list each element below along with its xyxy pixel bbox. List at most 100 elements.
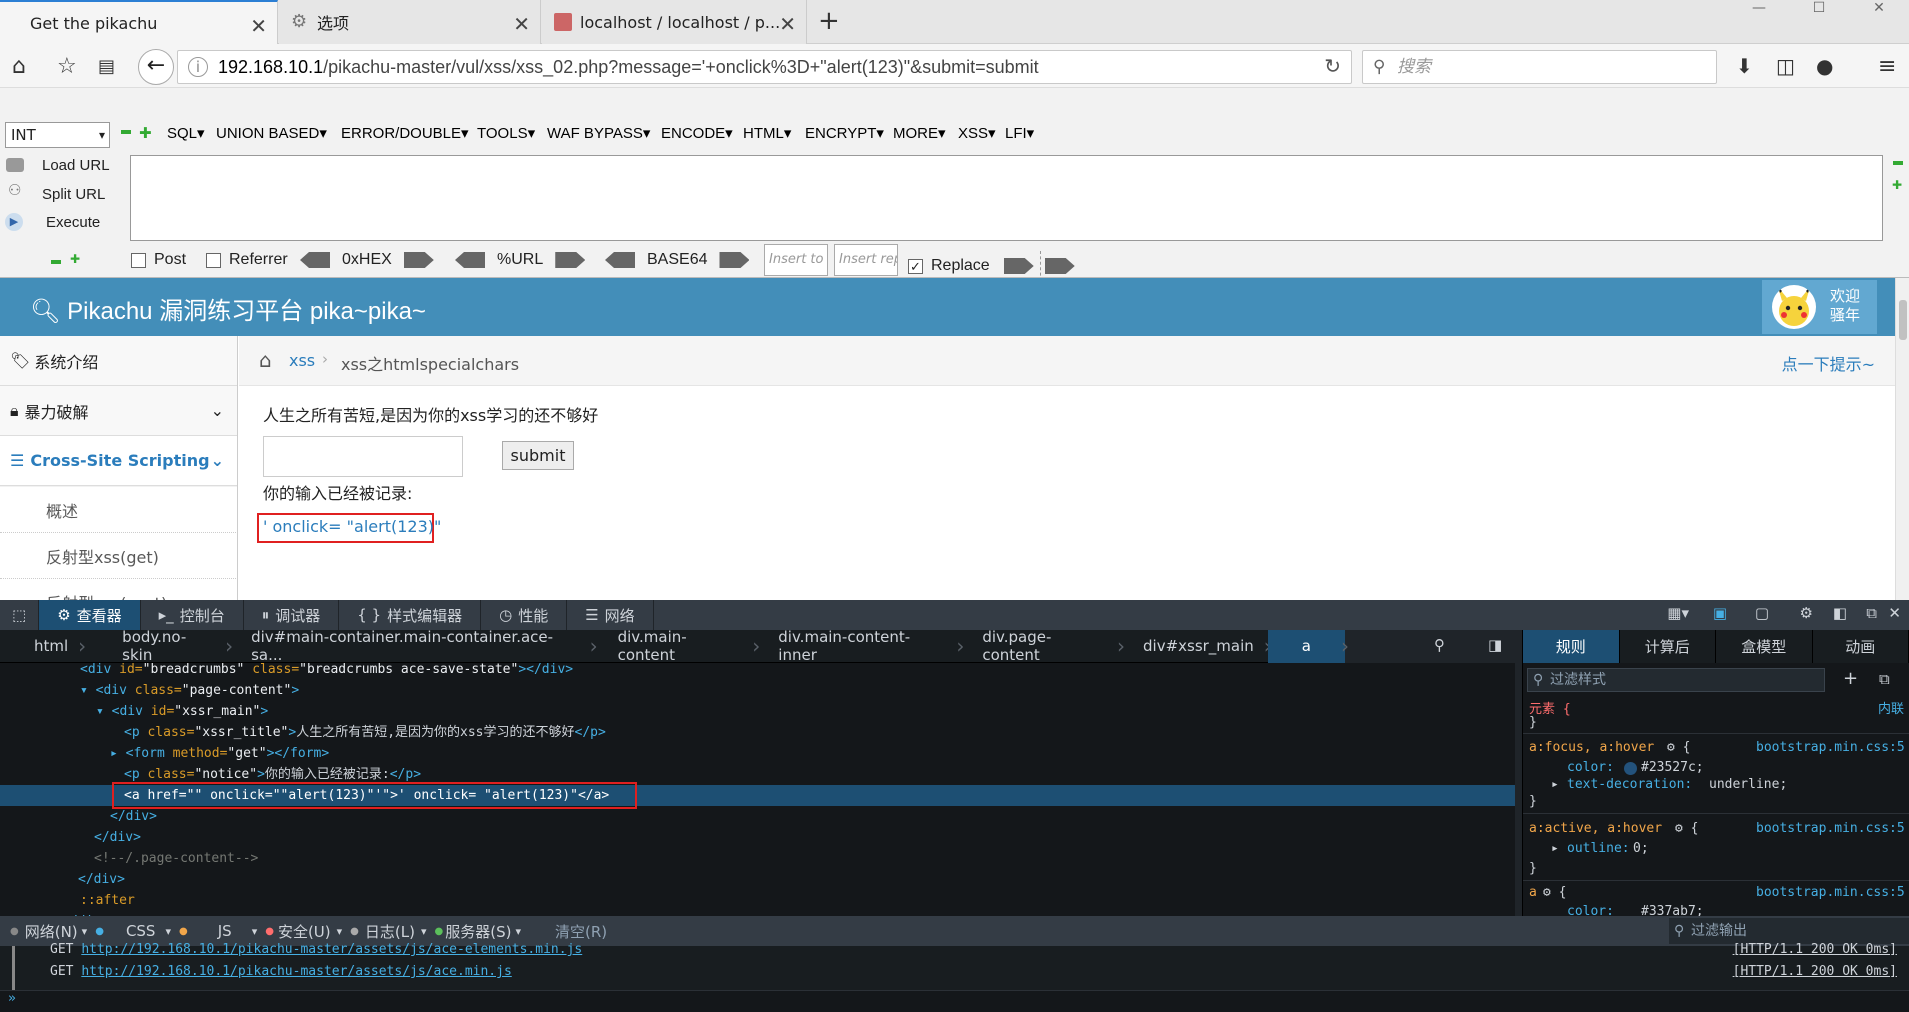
rule-gear-icon[interactable]: ⚙ { (1667, 740, 1690, 755)
tab-inspector[interactable]: ⚙ 查看器 (39, 600, 141, 630)
filter-log[interactable]: 日志(L) (365, 921, 415, 942)
split-console-icon[interactable]: ◧ (1833, 604, 1847, 622)
screenshot-icon[interactable]: ▢ (1755, 604, 1769, 622)
site-title[interactable]: 🔍︎ Pikachu 漏洞练习平台 pika~pika~ (30, 291, 426, 326)
menu-union[interactable]: UNION BASED▾ (216, 124, 327, 142)
clear-button[interactable]: 清空(R) (555, 921, 607, 942)
menu-icon[interactable]: ≡ (1878, 54, 1896, 79)
base64-encode[interactable]: BASE64 (605, 251, 750, 269)
minus-icon[interactable] (51, 260, 61, 264)
filter-security[interactable]: 安全(U) (278, 921, 331, 942)
split-url-button[interactable]: Split URL (42, 186, 105, 203)
replace-checkbox[interactable]: ✓ (908, 258, 923, 274)
prop-value[interactable]: underline; (1709, 777, 1787, 792)
plus-icon[interactable]: ✚ (1892, 178, 1902, 192)
crumb-main-content-inner[interactable]: div.main-content-inner (756, 628, 964, 664)
sidebar-item-xss[interactable]: ☰ Cross-Site Scripting ⌄ (0, 436, 237, 486)
log-url[interactable]: http://192.168.10.1/pikachu-master/asset… (81, 964, 511, 979)
download-icon[interactable]: ⬇ (1736, 54, 1753, 78)
prop-name[interactable]: text-decoration: (1567, 777, 1692, 792)
tab-console[interactable]: ▸_ 控制台 (141, 600, 244, 630)
user-menu[interactable]: 欢迎 骚年 (1762, 280, 1877, 334)
tab-style-editor[interactable]: { } 样式编辑器 (339, 600, 482, 630)
sidebar-subitem-overview[interactable]: 概述 (0, 487, 237, 533)
rule-selector[interactable]: a (1529, 885, 1537, 900)
crumb-main-content[interactable]: div.main-content (594, 628, 760, 664)
minimize-icon[interactable]: — (1729, 0, 1789, 16)
decode-arrow-icon[interactable] (300, 252, 330, 268)
markup-line[interactable]: </div> (94, 827, 141, 848)
decode-arrow-icon[interactable] (605, 252, 635, 268)
markup-line[interactable]: </div> (78, 869, 125, 890)
type-select[interactable]: INT ▾ (5, 122, 110, 148)
toggle-classes-icon[interactable]: ⧉ (1879, 670, 1890, 688)
sidebar-item-bruteforce[interactable]: 🔒︎ 暴力破解 ⌄ (0, 386, 237, 436)
tab-localhost[interactable]: localhost / localhost / p... ✕ (542, 0, 807, 44)
new-tab-icon[interactable]: + (818, 6, 840, 36)
sidebar-toggle-icon[interactable]: ◫ (1776, 54, 1795, 78)
back-icon[interactable]: ← (138, 49, 174, 85)
pick-element-icon[interactable]: ⬚ (0, 600, 40, 630)
menu-lfi[interactable]: LFI▾ (1005, 124, 1034, 142)
menu-encode[interactable]: ENCODE▾ (661, 124, 733, 142)
rule-selector[interactable]: a:active, a:hover (1529, 821, 1662, 836)
filter-css[interactable]: CSS (126, 922, 156, 940)
markup-line[interactable]: ▾ <div id="xssr_main"> (96, 701, 268, 722)
markup-line[interactable]: <p class="xssr_title">人生之所有苦短,是因为你的xss学习… (124, 722, 606, 743)
plus-icon[interactable]: ✚ (139, 124, 152, 142)
prop-name[interactable]: color: (1567, 760, 1614, 775)
maximize-icon[interactable]: ☐ (1789, 0, 1849, 16)
url-bar[interactable]: i 192.168.10.1/pikachu-master/vul/xss/xs… (177, 50, 1352, 84)
reload-icon[interactable]: ↻ (1324, 54, 1341, 78)
execute-button[interactable]: Execute (46, 214, 100, 231)
tab-rules[interactable]: 规则 (1523, 630, 1620, 663)
prop-name[interactable]: outline: (1567, 841, 1630, 856)
insert-find-input[interactable]: Insert to r (764, 244, 828, 276)
markup-line[interactable]: ▸ <form method="get"></form> (110, 743, 329, 764)
prop-value[interactable]: #23527c; (1641, 760, 1704, 775)
load-url-button[interactable]: Load URL (42, 157, 110, 174)
close-icon[interactable]: ✕ (779, 12, 796, 36)
decode-arrow-icon[interactable] (455, 252, 485, 268)
home-icon[interactable]: ⌂ (259, 348, 272, 372)
crumb-body[interactable]: body.no-skin (82, 628, 233, 664)
menu-waf-bypass[interactable]: WAF BYPASS▾ (547, 124, 650, 142)
markup-line[interactable]: <!--/.page-content--> (94, 848, 258, 869)
menu-more[interactable]: MORE▾ (893, 124, 946, 142)
color-swatch[interactable] (1624, 762, 1637, 775)
menu-sql[interactable]: SQL▾ (167, 124, 205, 142)
reading-list-icon[interactable]: ▤ (98, 56, 115, 77)
tab-animations[interactable]: 动画 (1813, 630, 1909, 663)
sidebar-subitem-reflected-post[interactable]: 反射型xss(post) (0, 579, 237, 600)
replace-option[interactable]: ✓ Replace (908, 251, 1075, 281)
sidebar-subitem-reflected-get[interactable]: 反射型xss(get) (0, 533, 237, 579)
close-icon[interactable]: ✕ (250, 14, 267, 38)
encode-arrow-icon[interactable] (403, 252, 434, 268)
search-input[interactable]: ⚲ 搜索 (1362, 50, 1717, 84)
breadcrumb-xss[interactable]: xss (289, 351, 315, 370)
menu-error-double[interactable]: ERROR/DOUBLE▾ (341, 124, 469, 142)
referrer-option[interactable]: Referrer (206, 251, 288, 269)
replace-all-arrow-icon[interactable] (1044, 258, 1075, 274)
post-option[interactable]: Post (131, 251, 186, 269)
filter-js[interactable]: JS (218, 922, 232, 940)
add-rule-icon[interactable]: + (1843, 668, 1858, 689)
filter-output-input[interactable]: ⚲ 过滤输出 (1669, 918, 1909, 944)
page-scrollbar[interactable] (1895, 278, 1909, 600)
close-icon[interactable]: ✕ (513, 12, 530, 36)
encode-arrow-icon[interactable] (719, 252, 750, 268)
rule-gear-icon[interactable]: ⚙ { (1543, 885, 1566, 900)
replace-arrow-icon[interactable] (1003, 258, 1034, 274)
rule-gear-icon[interactable]: ⚙ { (1675, 821, 1698, 836)
menu-html[interactable]: HTML▾ (743, 124, 791, 142)
info-icon[interactable]: i (188, 57, 208, 77)
rule-selector[interactable]: a:focus, a:hover (1529, 740, 1654, 755)
hex-encode[interactable]: 0xHEX (300, 251, 434, 269)
toggle-sidebar-icon[interactable]: ◨ (1488, 636, 1502, 654)
rule-source-link[interactable]: bootstrap.min.css:5 (1756, 885, 1905, 900)
crumb-html[interactable]: html (0, 630, 86, 663)
menu-xss[interactable]: XSS▾ (958, 124, 996, 142)
console-input[interactable]: » (0, 990, 1909, 1012)
undock-icon[interactable]: ⧉ (1866, 604, 1877, 622)
injected-link[interactable]: ' onclick= "alert(123)" (263, 517, 441, 536)
